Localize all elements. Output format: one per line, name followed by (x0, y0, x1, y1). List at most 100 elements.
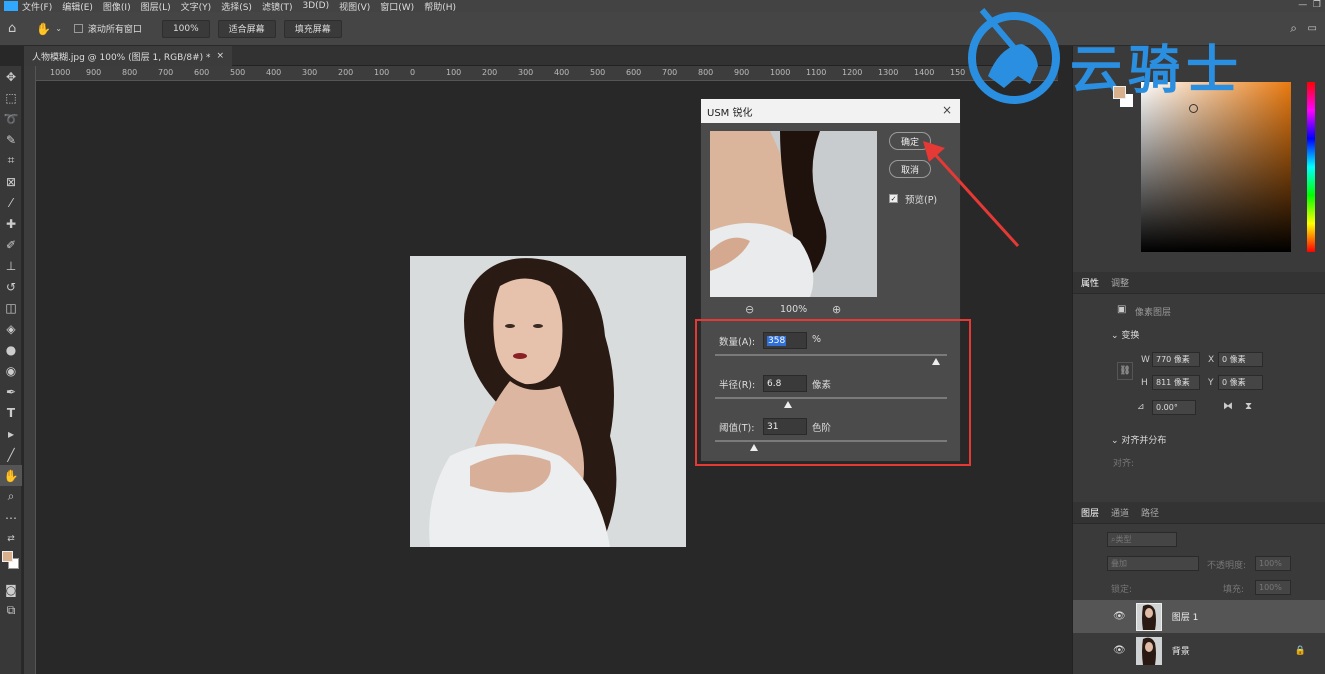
ruler-tick-label: 1000 (50, 68, 71, 77)
ruler-tick-label: 1000 (770, 68, 791, 77)
menu-layer[interactable]: 图层(L) (141, 0, 171, 13)
pixel-layer-icon: ▣ (1117, 304, 1127, 315)
zoom-in-icon[interactable]: ⊕ (832, 303, 841, 316)
foreground-color-chip[interactable] (1113, 86, 1126, 99)
height-input[interactable]: 811 像素 (1152, 375, 1200, 390)
lock-icon: 🔒 (1294, 645, 1306, 656)
blend-mode-select[interactable]: 叠加 (1107, 556, 1199, 571)
history-brush-icon[interactable]: ↺ (0, 276, 22, 297)
scroll-all-checkbox[interactable] (73, 24, 83, 33)
hue-slider[interactable] (1307, 82, 1315, 252)
tab-channels[interactable]: 通道 (1111, 506, 1129, 519)
ruler-tick-label: 900 (86, 68, 102, 77)
document-tab[interactable]: 人物模糊.jpg @ 100% (图层 1, RGB/8#) * × (24, 46, 233, 66)
layer-row-layer1[interactable]: 👁 图层 1 (1073, 600, 1325, 633)
close-icon[interactable]: × (942, 103, 952, 117)
screen-mode-icon[interactable]: ⧉ (0, 600, 22, 621)
frame-tool-icon[interactable]: ⊠ (0, 171, 22, 192)
home-icon[interactable]: ⌂ (8, 21, 16, 36)
menu-type[interactable]: 文字(Y) (181, 0, 212, 13)
dialog-titlebar[interactable]: USM 锐化 × (701, 99, 960, 123)
layer-kind-filter[interactable]: ⌕ 类型 (1107, 532, 1177, 547)
line-tool-icon[interactable]: ╱ (0, 444, 22, 465)
workspace-icon[interactable]: ▭ (1308, 23, 1317, 34)
tab-properties[interactable]: 属性 (1081, 276, 1099, 289)
angle-input[interactable]: 0.00° (1152, 400, 1196, 415)
zoom-tool-icon[interactable]: ⌕ (0, 486, 22, 507)
chevron-down-icon[interactable]: ⌄ (55, 24, 62, 33)
menu-view[interactable]: 视图(V) (339, 0, 370, 13)
zoom-out-icon[interactable]: ⊖ (745, 303, 754, 316)
document-image[interactable] (410, 256, 686, 547)
layer-thumbnail (1135, 602, 1162, 631)
color-swatches[interactable] (0, 549, 21, 579)
tab-adjustments[interactable]: 调整 (1111, 276, 1129, 289)
visibility-eye-icon[interactable]: 👁 (1113, 611, 1126, 622)
hand-tool-icon[interactable]: ✋ (36, 22, 51, 36)
flip-horizontal-icon[interactable]: ⧓ (1223, 401, 1233, 412)
eyedropper-tool-icon[interactable]: ⁄ (0, 192, 22, 213)
filter-preview[interactable] (710, 131, 877, 297)
layer-thumbnail-image (1135, 636, 1162, 665)
width-input[interactable]: 770 像素 (1152, 352, 1200, 367)
transform-header[interactable]: ⌄ 变换 (1111, 328, 1139, 341)
pen-tool-icon[interactable]: ✒ (0, 381, 22, 402)
menu-edit[interactable]: 编辑(E) (62, 0, 93, 13)
tab-paths[interactable]: 路径 (1141, 506, 1159, 519)
color-picker-field[interactable] (1141, 82, 1291, 252)
swap-colors-icon[interactable]: ⇄ (0, 528, 22, 549)
quick-mask-icon[interactable]: ◙ (0, 579, 22, 600)
type-tool-icon[interactable]: T (0, 402, 22, 423)
menu-select[interactable]: 选择(S) (221, 0, 252, 13)
preview-checkbox[interactable]: ✓ (889, 194, 898, 203)
menu-image[interactable]: 图像(I) (103, 0, 131, 13)
preview-illustration (710, 131, 877, 297)
move-tool-icon[interactable]: ✥ (0, 66, 22, 87)
fill-label: 填充: (1223, 585, 1245, 595)
ruler-tick-label: 500 (230, 68, 246, 77)
fill-screen-button[interactable]: 填充屏幕 (283, 19, 342, 38)
marquee-tool-icon[interactable]: ⬚ (0, 87, 22, 108)
ruler-tick-label: 600 (626, 68, 642, 77)
healing-brush-icon[interactable]: ✚ (0, 213, 22, 234)
menu-window[interactable]: 窗口(W) (380, 0, 414, 13)
fill-input[interactable]: 100% (1255, 580, 1291, 595)
watermark-text: 云骑士 (1070, 41, 1245, 101)
close-icon[interactable]: × (217, 51, 225, 61)
fit-screen-button[interactable]: 适合屏幕 (217, 19, 276, 38)
dialog-title: USM 锐化 (707, 107, 753, 119)
tab-layers[interactable]: 图层 (1081, 506, 1099, 519)
x-input[interactable]: 0 像素 (1218, 352, 1263, 367)
menu-3d[interactable]: 3D(D) (302, 1, 329, 11)
align-header[interactable]: ⌄ 对齐并分布 (1111, 433, 1166, 446)
lasso-tool-icon[interactable]: ➰ (0, 108, 22, 129)
ruler-tick-label: 1200 (842, 68, 863, 77)
link-icon[interactable]: ⛓ (1117, 362, 1133, 380)
dodge-tool-icon[interactable]: ◉ (0, 360, 22, 381)
brush-tool-icon[interactable]: ✐ (0, 234, 22, 255)
more-tools-icon[interactable]: ⋯ (0, 507, 22, 528)
foreground-color-swatch[interactable] (2, 551, 13, 562)
zoom-100-button[interactable]: 100% (161, 19, 210, 38)
menu-filter[interactable]: 滤镜(T) (262, 0, 293, 13)
hand-tool-icon[interactable]: ✋ (0, 465, 22, 486)
highlight-box (695, 319, 971, 466)
y-label: Y (1208, 378, 1214, 388)
layer-row-background[interactable]: 👁 背景 🔒 (1073, 634, 1325, 667)
paint-bucket-icon[interactable]: ◈ (0, 318, 22, 339)
photoshop-logo-icon (4, 1, 18, 11)
path-select-icon[interactable]: ▸ (0, 423, 22, 444)
blur-tool-icon[interactable]: ● (0, 339, 22, 360)
eraser-tool-icon[interactable]: ◫ (0, 297, 22, 318)
ruler-tick-label: 800 (122, 68, 138, 77)
y-input[interactable]: 0 像素 (1218, 375, 1263, 390)
align-label: 对齐: (1113, 459, 1135, 469)
visibility-eye-icon[interactable]: 👁 (1113, 645, 1126, 656)
stamp-tool-icon[interactable]: ⊥ (0, 255, 22, 276)
flip-vertical-icon[interactable]: ⧗ (1245, 401, 1252, 412)
crop-tool-icon[interactable]: ⌗ (0, 150, 22, 171)
opacity-input[interactable]: 100% (1255, 556, 1291, 571)
quick-select-tool-icon[interactable]: ✎ (0, 129, 22, 150)
menu-file[interactable]: 文件(F) (22, 0, 52, 13)
menu-help[interactable]: 帮助(H) (424, 0, 456, 13)
